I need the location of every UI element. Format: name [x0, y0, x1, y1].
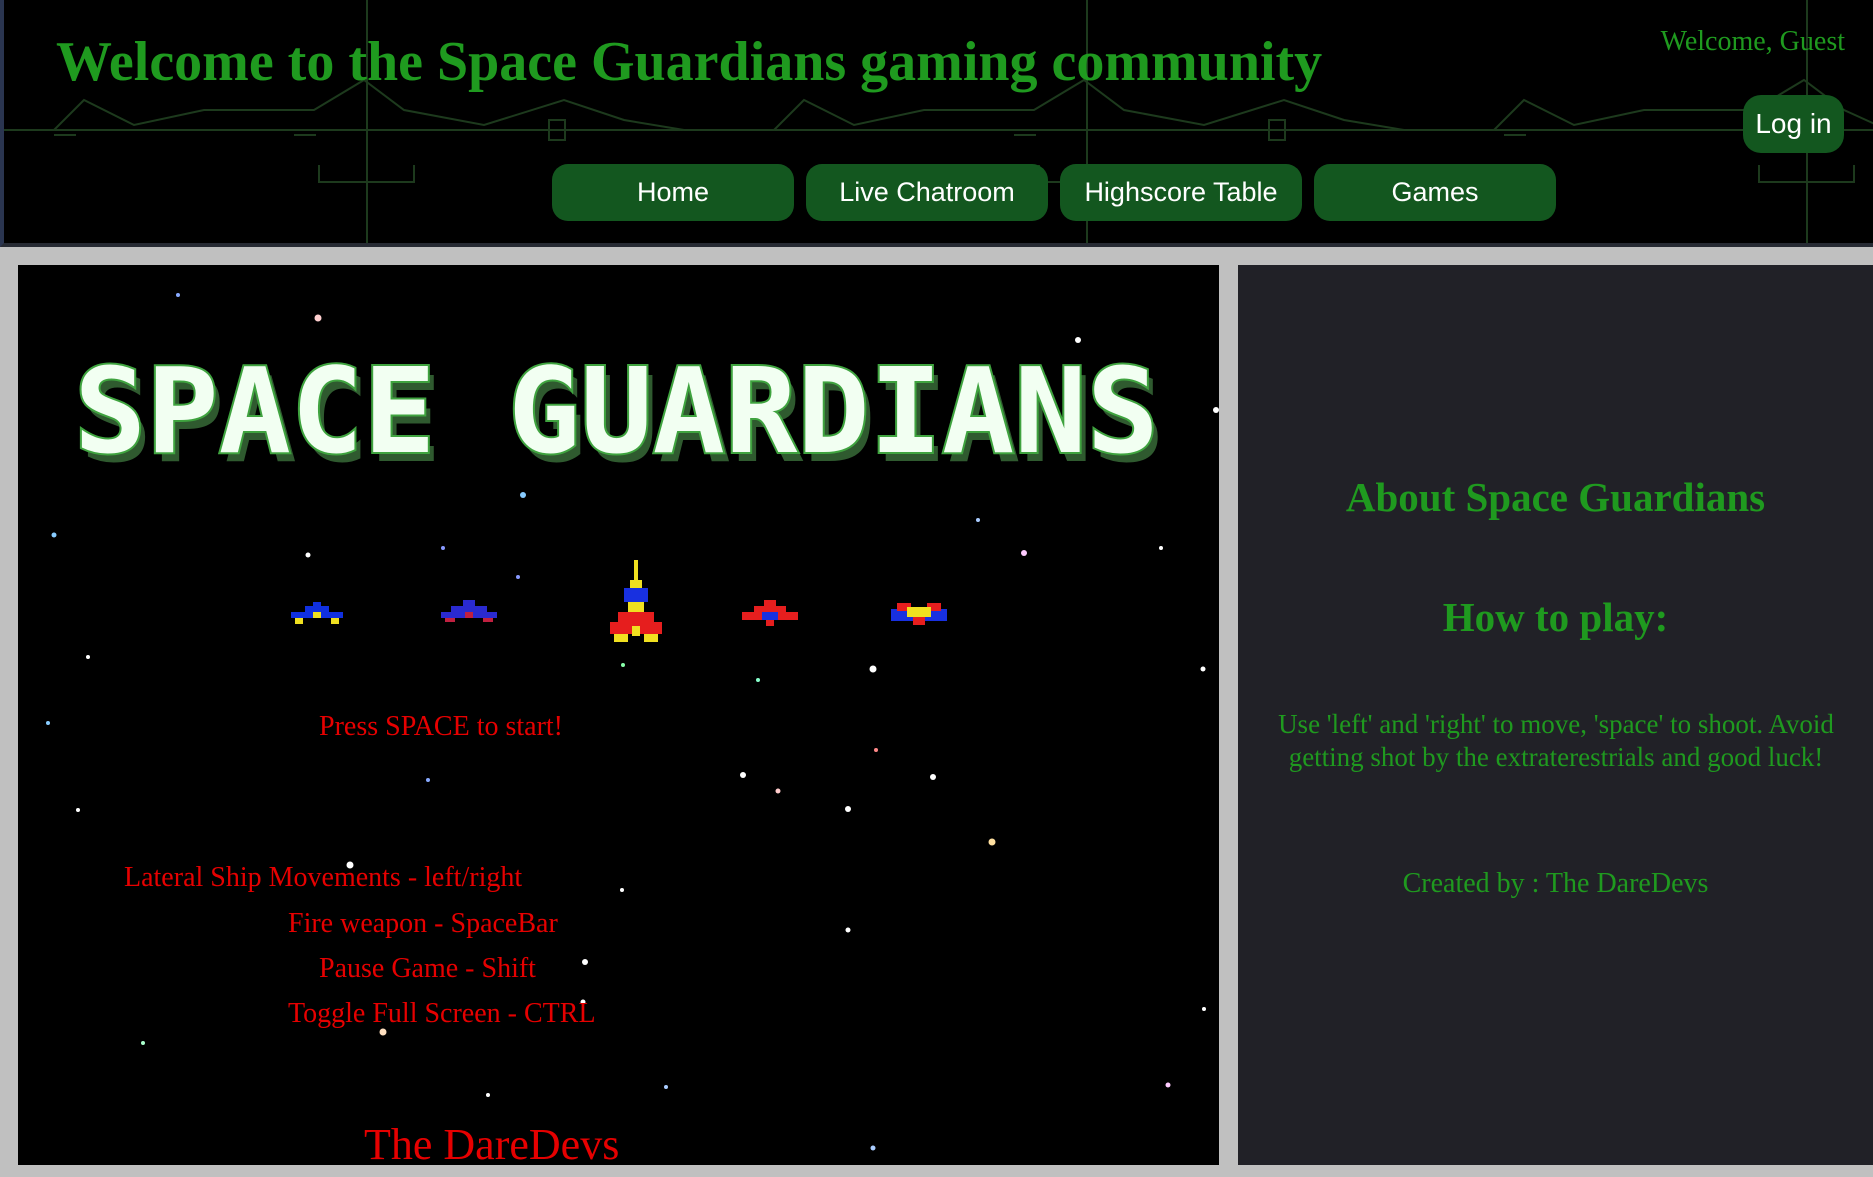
ship-lineup — [291, 560, 947, 642]
game-credits: The DareDevs — [364, 1120, 620, 1165]
player-ship-icon — [610, 560, 662, 642]
nav-home-button[interactable]: Home — [552, 164, 794, 221]
red-alien-icon — [742, 600, 798, 626]
created-by-text: Created by : The DareDevs — [1402, 868, 1709, 899]
control-hint: Fire weapon - SpaceBar — [288, 908, 558, 939]
blue-alien-icon — [291, 602, 343, 624]
control-hint: Lateral Ship Movements - left/right — [124, 862, 523, 893]
space-guardians-logo: SPACE GUARDIANS SPACE GUARDIANS — [74, 360, 1164, 480]
game-canvas[interactable]: SPACE GUARDIANS SPACE GUARDIANS Press SP… — [18, 265, 1219, 1165]
how-to-play-text: Use 'left' and 'right' to move, 'space' … — [1278, 709, 1834, 772]
how-to-play-heading: How to play: — [1442, 594, 1669, 640]
start-prompt: Press SPACE to start! — [319, 711, 564, 742]
nav-live-chatroom-button[interactable]: Live Chatroom — [806, 164, 1048, 221]
control-hint: Toggle Full Screen - CTRL — [288, 998, 596, 1029]
site-header: Welcome to the Space Guardians gaming co… — [0, 0, 1873, 247]
login-button[interactable]: Log in — [1743, 95, 1844, 153]
nav-games-button[interactable]: Games — [1314, 164, 1556, 221]
svg-text:SPACE GUARDIANS: SPACE GUARDIANS — [74, 360, 1159, 480]
about-panel: About Space Guardians How to play: Use '… — [1238, 265, 1873, 1165]
site-title: Welcome to the Space Guardians gaming co… — [56, 31, 1323, 93]
boss-alien-icon — [891, 603, 947, 625]
about-heading: About Space Guardians — [1345, 474, 1766, 520]
welcome-text: Welcome, Guest — [1660, 26, 1845, 57]
control-hint: Pause Game - Shift — [319, 953, 536, 984]
purple-alien-icon — [441, 600, 497, 622]
main-nav: Home Live Chatroom Highscore Table Games — [552, 164, 1556, 221]
nav-highscore-table-button[interactable]: Highscore Table — [1060, 164, 1302, 221]
